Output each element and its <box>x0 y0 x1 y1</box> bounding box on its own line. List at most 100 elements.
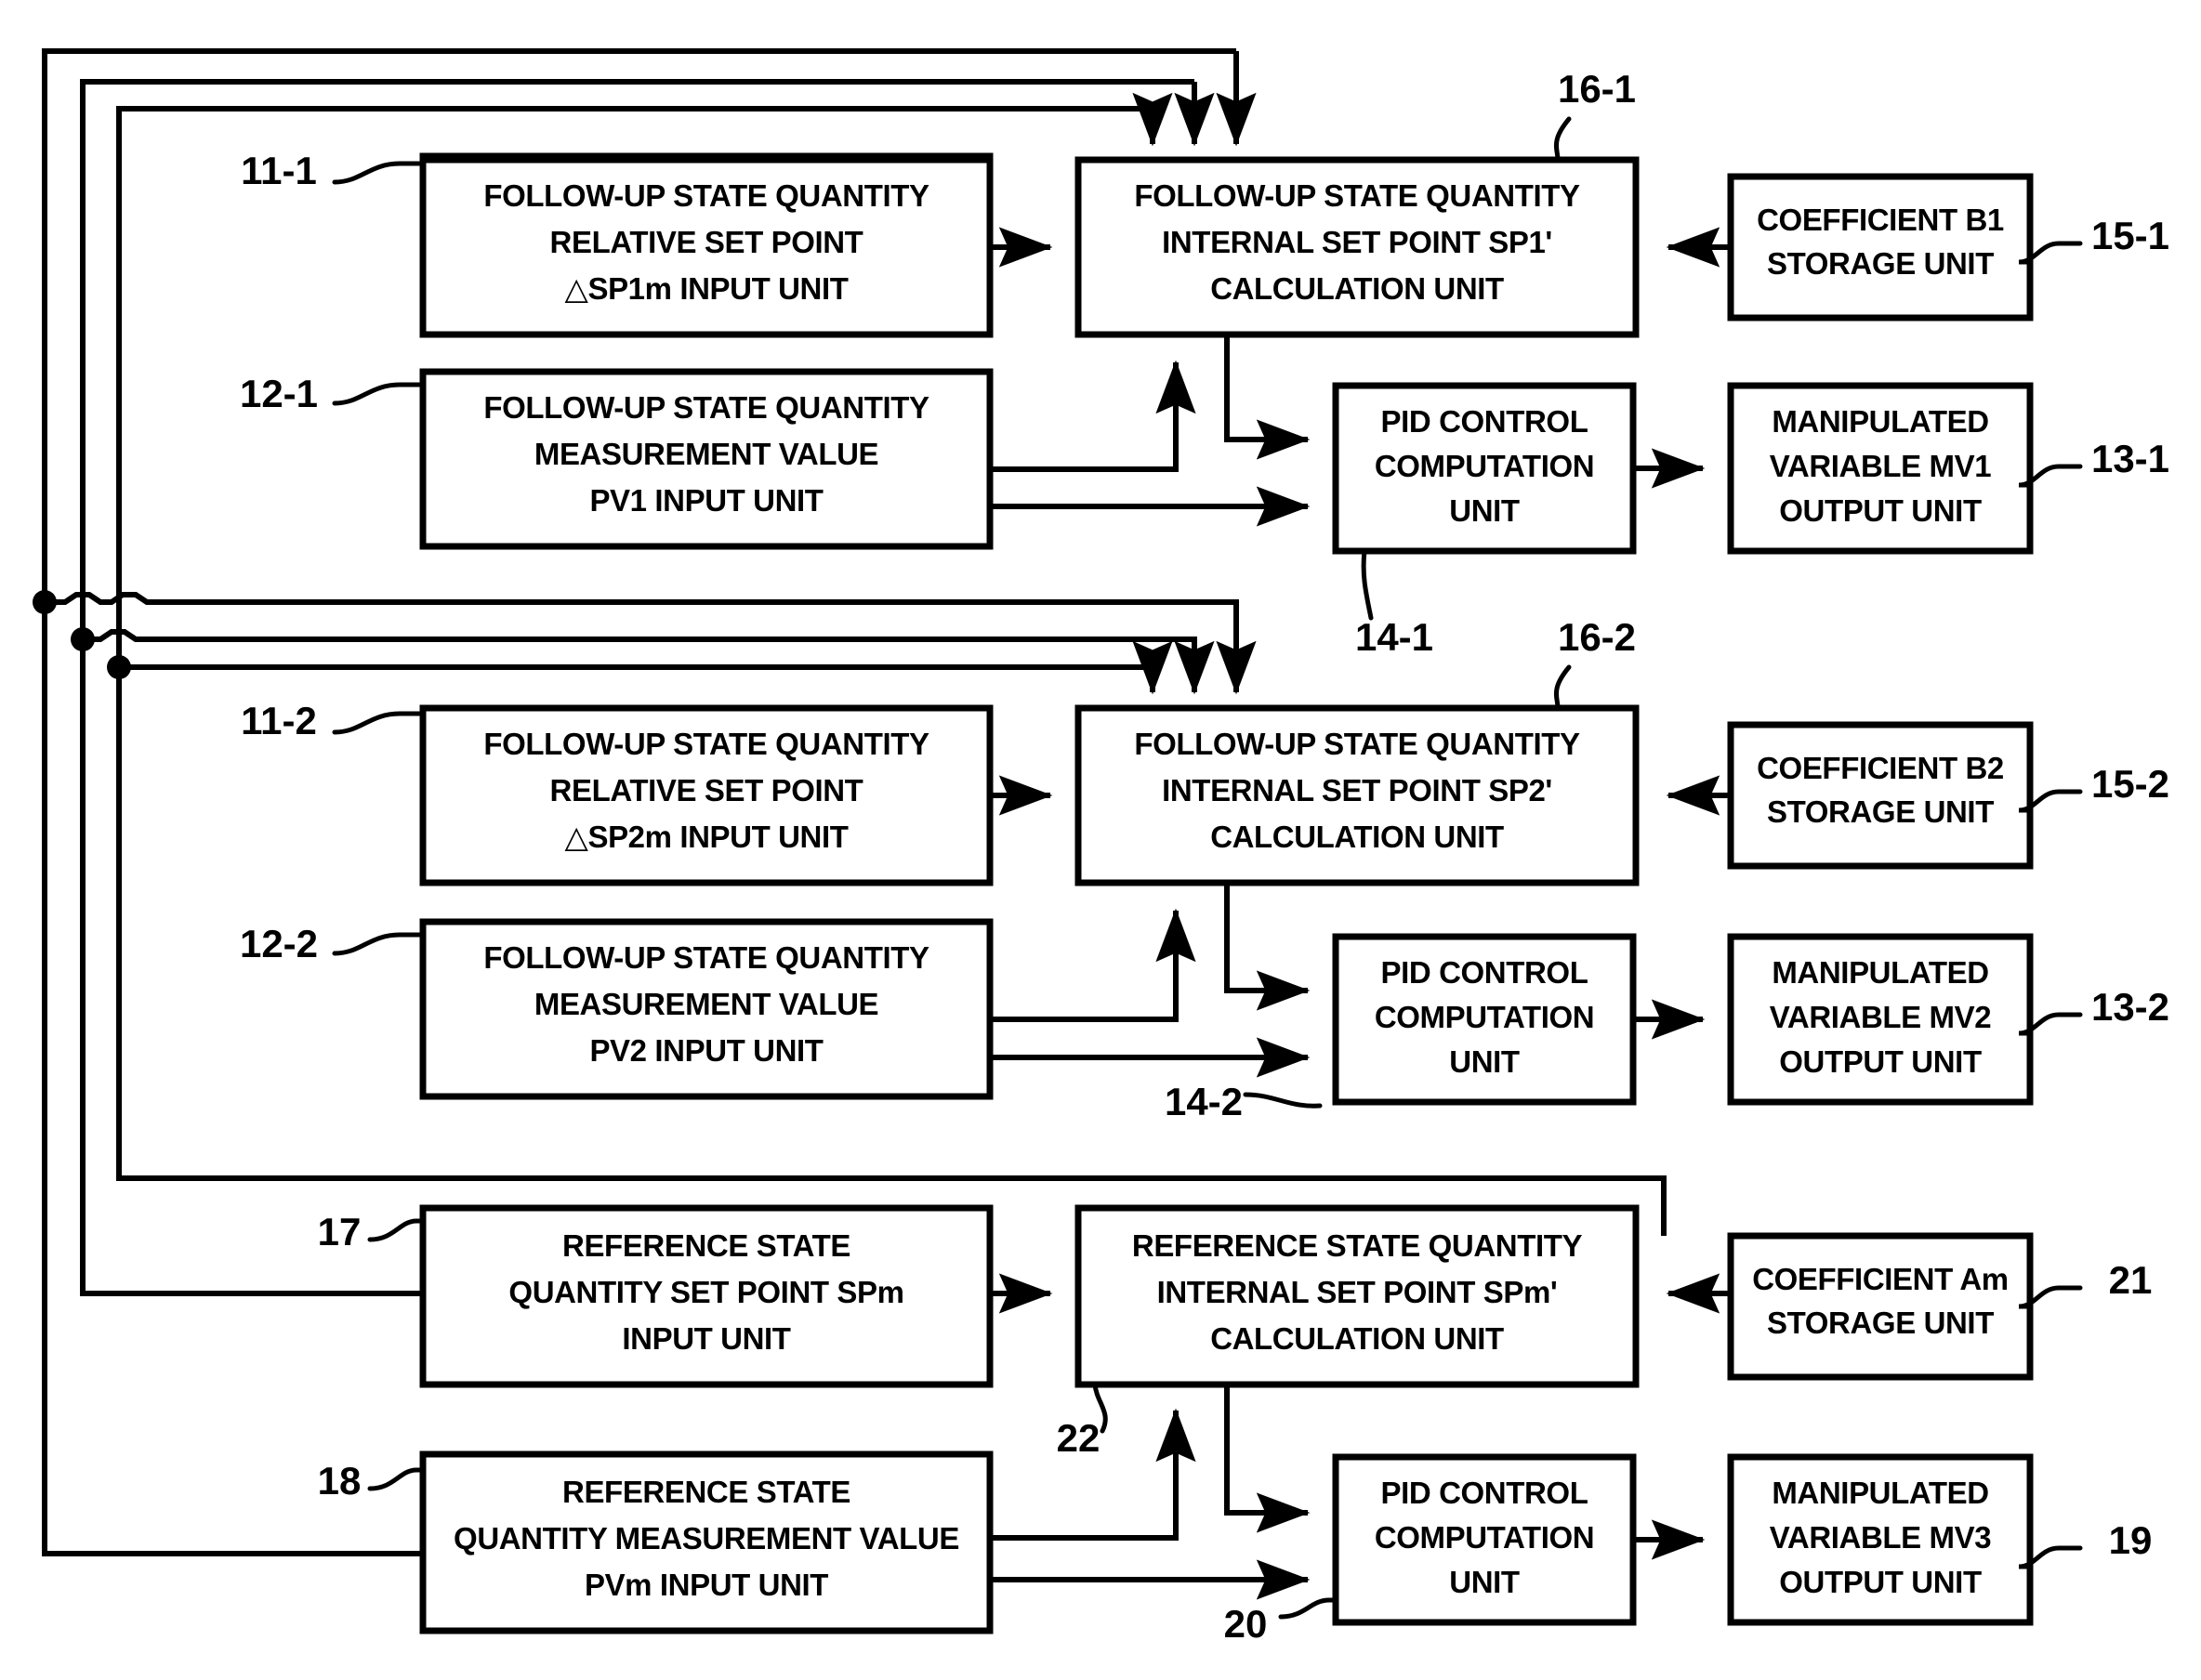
box-18-line-3: PVm INPUT UNIT <box>585 1568 828 1602</box>
ref-16-2: 16-2 <box>1558 615 1636 659</box>
box-12-2-line-3: PV2 INPUT UNIT <box>589 1033 823 1068</box>
ref-14-2: 14-2 <box>1165 1080 1243 1123</box>
ref-21: 21 <box>2109 1258 2153 1302</box>
box-17-group: REFERENCE STATE QUANTITY SET POINT SPm I… <box>419 1204 994 1388</box>
box-20-group: PID CONTROL COMPUTATION UNIT <box>1332 1453 1637 1626</box>
box-11-1-line-2: RELATIVE SET POINT <box>550 225 863 259</box>
box-15-2-group: COEFFICIENT B2 STORAGE UNIT <box>1727 721 2034 870</box>
box-16-1-group: FOLLOW-UP STATE QUANTITY INTERNAL SET PO… <box>1074 156 1640 338</box>
box-14-2-line-3: UNIT <box>1449 1044 1520 1079</box>
patent-figure-canvas: FOLLOW-UP STATE QUANTITY RELATIVE SET PO… <box>0 0 2201 1680</box>
feedback-bus-mid <box>45 592 1239 692</box>
junction-dot-b <box>71 627 95 651</box>
box-11-1-line-1: FOLLOW-UP STATE QUANTITY <box>483 178 929 213</box>
box-12-1-line-1: FOLLOW-UP STATE QUANTITY <box>483 390 929 425</box>
box-22-line-2: INTERNAL SET POINT SPm' <box>1157 1275 1558 1309</box>
ref-19: 19 <box>2109 1518 2153 1562</box>
wire-pv1-to-16-1 <box>990 360 1196 472</box>
box-14-1-line-2: COMPUTATION <box>1375 449 1594 483</box>
box-20-line-2: COMPUTATION <box>1375 1520 1594 1555</box>
wire-sp2-to-pid <box>1224 883 1311 1011</box>
box-20-line-3: UNIT <box>1449 1565 1520 1599</box>
box-13-1-group: MANIPULATED VARIABLE MV1 OUTPUT UNIT <box>1727 382 2034 555</box>
box-18-line-2: QUANTITY MEASUREMENT VALUE <box>454 1521 959 1555</box>
ref-20: 20 <box>1224 1602 1268 1646</box>
box-19-line-1: MANIPULATED <box>1772 1476 1988 1510</box>
box-11-1-group: FOLLOW-UP STATE QUANTITY RELATIVE SET PO… <box>419 156 994 338</box>
bus-drops-into-16-1 <box>1132 51 1257 147</box>
box-19-line-2: VARIABLE MV3 <box>1770 1520 1991 1555</box>
box-16-2-line-3: CALCULATION UNIT <box>1210 820 1504 854</box>
box-11-1-line-3: △SP1m INPUT UNIT <box>564 271 848 306</box>
box-16-1-line-1: FOLLOW-UP STATE QUANTITY <box>1134 178 1580 213</box>
box-15-1-group: COEFFICIENT B1 STORAGE UNIT <box>1727 173 2034 322</box>
box-11-2-line-1: FOLLOW-UP STATE QUANTITY <box>483 727 929 761</box>
ref-16-1: 16-1 <box>1558 67 1636 111</box>
box-13-1-line-2: VARIABLE MV1 <box>1770 449 1991 483</box>
box-14-2-line-2: COMPUTATION <box>1375 1000 1594 1034</box>
box-12-2-line-1: FOLLOW-UP STATE QUANTITY <box>483 940 929 975</box>
junction-dot-a <box>33 590 57 614</box>
box-13-2-group: MANIPULATED VARIABLE MV2 OUTPUT UNIT <box>1727 933 2034 1106</box>
box-18-group: REFERENCE STATE QUANTITY MEASUREMENT VAL… <box>419 1450 994 1634</box>
box-21-line-2: STORAGE UNIT <box>1767 1306 1994 1340</box>
box-14-1-line-1: PID CONTROL <box>1381 404 1588 439</box>
ref-11-2: 11-2 <box>241 699 317 742</box>
ref-18: 18 <box>318 1459 362 1503</box>
box-18-line-1: REFERENCE STATE <box>562 1475 850 1509</box>
box-12-2-line-2: MEASUREMENT VALUE <box>534 987 878 1021</box>
box-21-group: COEFFICIENT Am STORAGE UNIT <box>1727 1232 2034 1381</box>
box-14-1-line-3: UNIT <box>1449 493 1520 528</box>
box-20-line-1: PID CONTROL <box>1381 1476 1588 1510</box>
box-11-2-line-3: △SP2m INPUT UNIT <box>564 820 848 854</box>
box-22-line-1: REFERENCE STATE QUANTITY <box>1132 1228 1583 1263</box>
ref-13-1: 13-1 <box>2091 437 2169 480</box>
box-16-1-line-2: INTERNAL SET POINT SP1' <box>1162 225 1552 259</box>
bus-drops-into-16-2 <box>1132 640 1257 695</box>
box-15-2-line-1: COEFFICIENT B2 <box>1757 751 2004 785</box>
box-11-2-group: FOLLOW-UP STATE QUANTITY RELATIVE SET PO… <box>419 704 994 886</box>
box-21-line-1: COEFFICIENT Am <box>1752 1262 2009 1296</box>
box-16-2-line-1: FOLLOW-UP STATE QUANTITY <box>1134 727 1580 761</box>
box-13-2-line-1: MANIPULATED <box>1772 955 1988 990</box>
box-19-group: MANIPULATED VARIABLE MV3 OUTPUT UNIT <box>1727 1453 2034 1626</box>
box-16-1-line-3: CALCULATION UNIT <box>1210 271 1504 306</box>
box-17-line-2: QUANTITY SET POINT SPm <box>508 1275 903 1309</box>
box-15-1-line-1: COEFFICIENT B1 <box>1757 203 2004 237</box>
box-13-2-line-2: VARIABLE MV2 <box>1770 1000 1991 1034</box>
ref-15-1: 15-1 <box>2091 214 2169 257</box>
box-14-2-group: PID CONTROL COMPUTATION UNIT <box>1332 933 1637 1106</box>
wire-sp1-to-pid <box>1224 335 1311 460</box>
wire-pv2-to-16-2 <box>990 908 1196 1022</box>
ref-12-1: 12-1 <box>240 372 318 415</box>
block-diagram-svg: FOLLOW-UP STATE QUANTITY RELATIVE SET PO… <box>33 48 2169 1646</box>
box-22-line-3: CALCULATION UNIT <box>1210 1321 1504 1356</box>
box-15-2-line-2: STORAGE UNIT <box>1767 794 1994 829</box>
box-12-1-line-2: MEASUREMENT VALUE <box>534 437 878 471</box>
ref-17: 17 <box>318 1210 362 1253</box>
ref-11-1: 11-1 <box>241 149 317 192</box>
box-16-2-line-2: INTERNAL SET POINT SP2' <box>1162 773 1552 807</box>
ref-14-1: 14-1 <box>1355 615 1433 659</box>
box-17-line-1: REFERENCE STATE <box>562 1228 850 1263</box>
box-14-2-line-1: PID CONTROL <box>1381 955 1588 990</box>
box-16-2-group: FOLLOW-UP STATE QUANTITY INTERNAL SET PO… <box>1074 704 1640 886</box>
box-12-2-group: FOLLOW-UP STATE QUANTITY MEASUREMENT VAL… <box>419 918 994 1100</box>
box-12-1-group: FOLLOW-UP STATE QUANTITY MEASUREMENT VAL… <box>419 368 994 550</box>
ref-13-2: 13-2 <box>2091 985 2169 1029</box>
junction-dot-c <box>107 655 131 679</box>
box-14-1-group: PID CONTROL COMPUTATION UNIT <box>1332 382 1637 555</box>
ref-15-2: 15-2 <box>2091 762 2169 806</box>
wire-spm-to-pid <box>1224 1385 1311 1533</box>
ref-12-2: 12-2 <box>240 922 318 965</box>
box-12-1-line-3: PV1 INPUT UNIT <box>589 483 823 518</box>
box-17-line-3: INPUT UNIT <box>622 1321 790 1356</box>
box-15-1-line-2: STORAGE UNIT <box>1767 246 1994 281</box>
box-13-1-line-1: MANIPULATED <box>1772 404 1988 439</box>
box-11-2-line-2: RELATIVE SET POINT <box>550 773 863 807</box>
ref-22: 22 <box>1057 1416 1100 1460</box>
box-13-1-line-3: OUTPUT UNIT <box>1779 493 1982 528</box>
box-19-line-3: OUTPUT UNIT <box>1779 1565 1982 1599</box>
box-22-group: REFERENCE STATE QUANTITY INTERNAL SET PO… <box>1074 1204 1640 1388</box>
box-13-2-line-3: OUTPUT UNIT <box>1779 1044 1982 1079</box>
